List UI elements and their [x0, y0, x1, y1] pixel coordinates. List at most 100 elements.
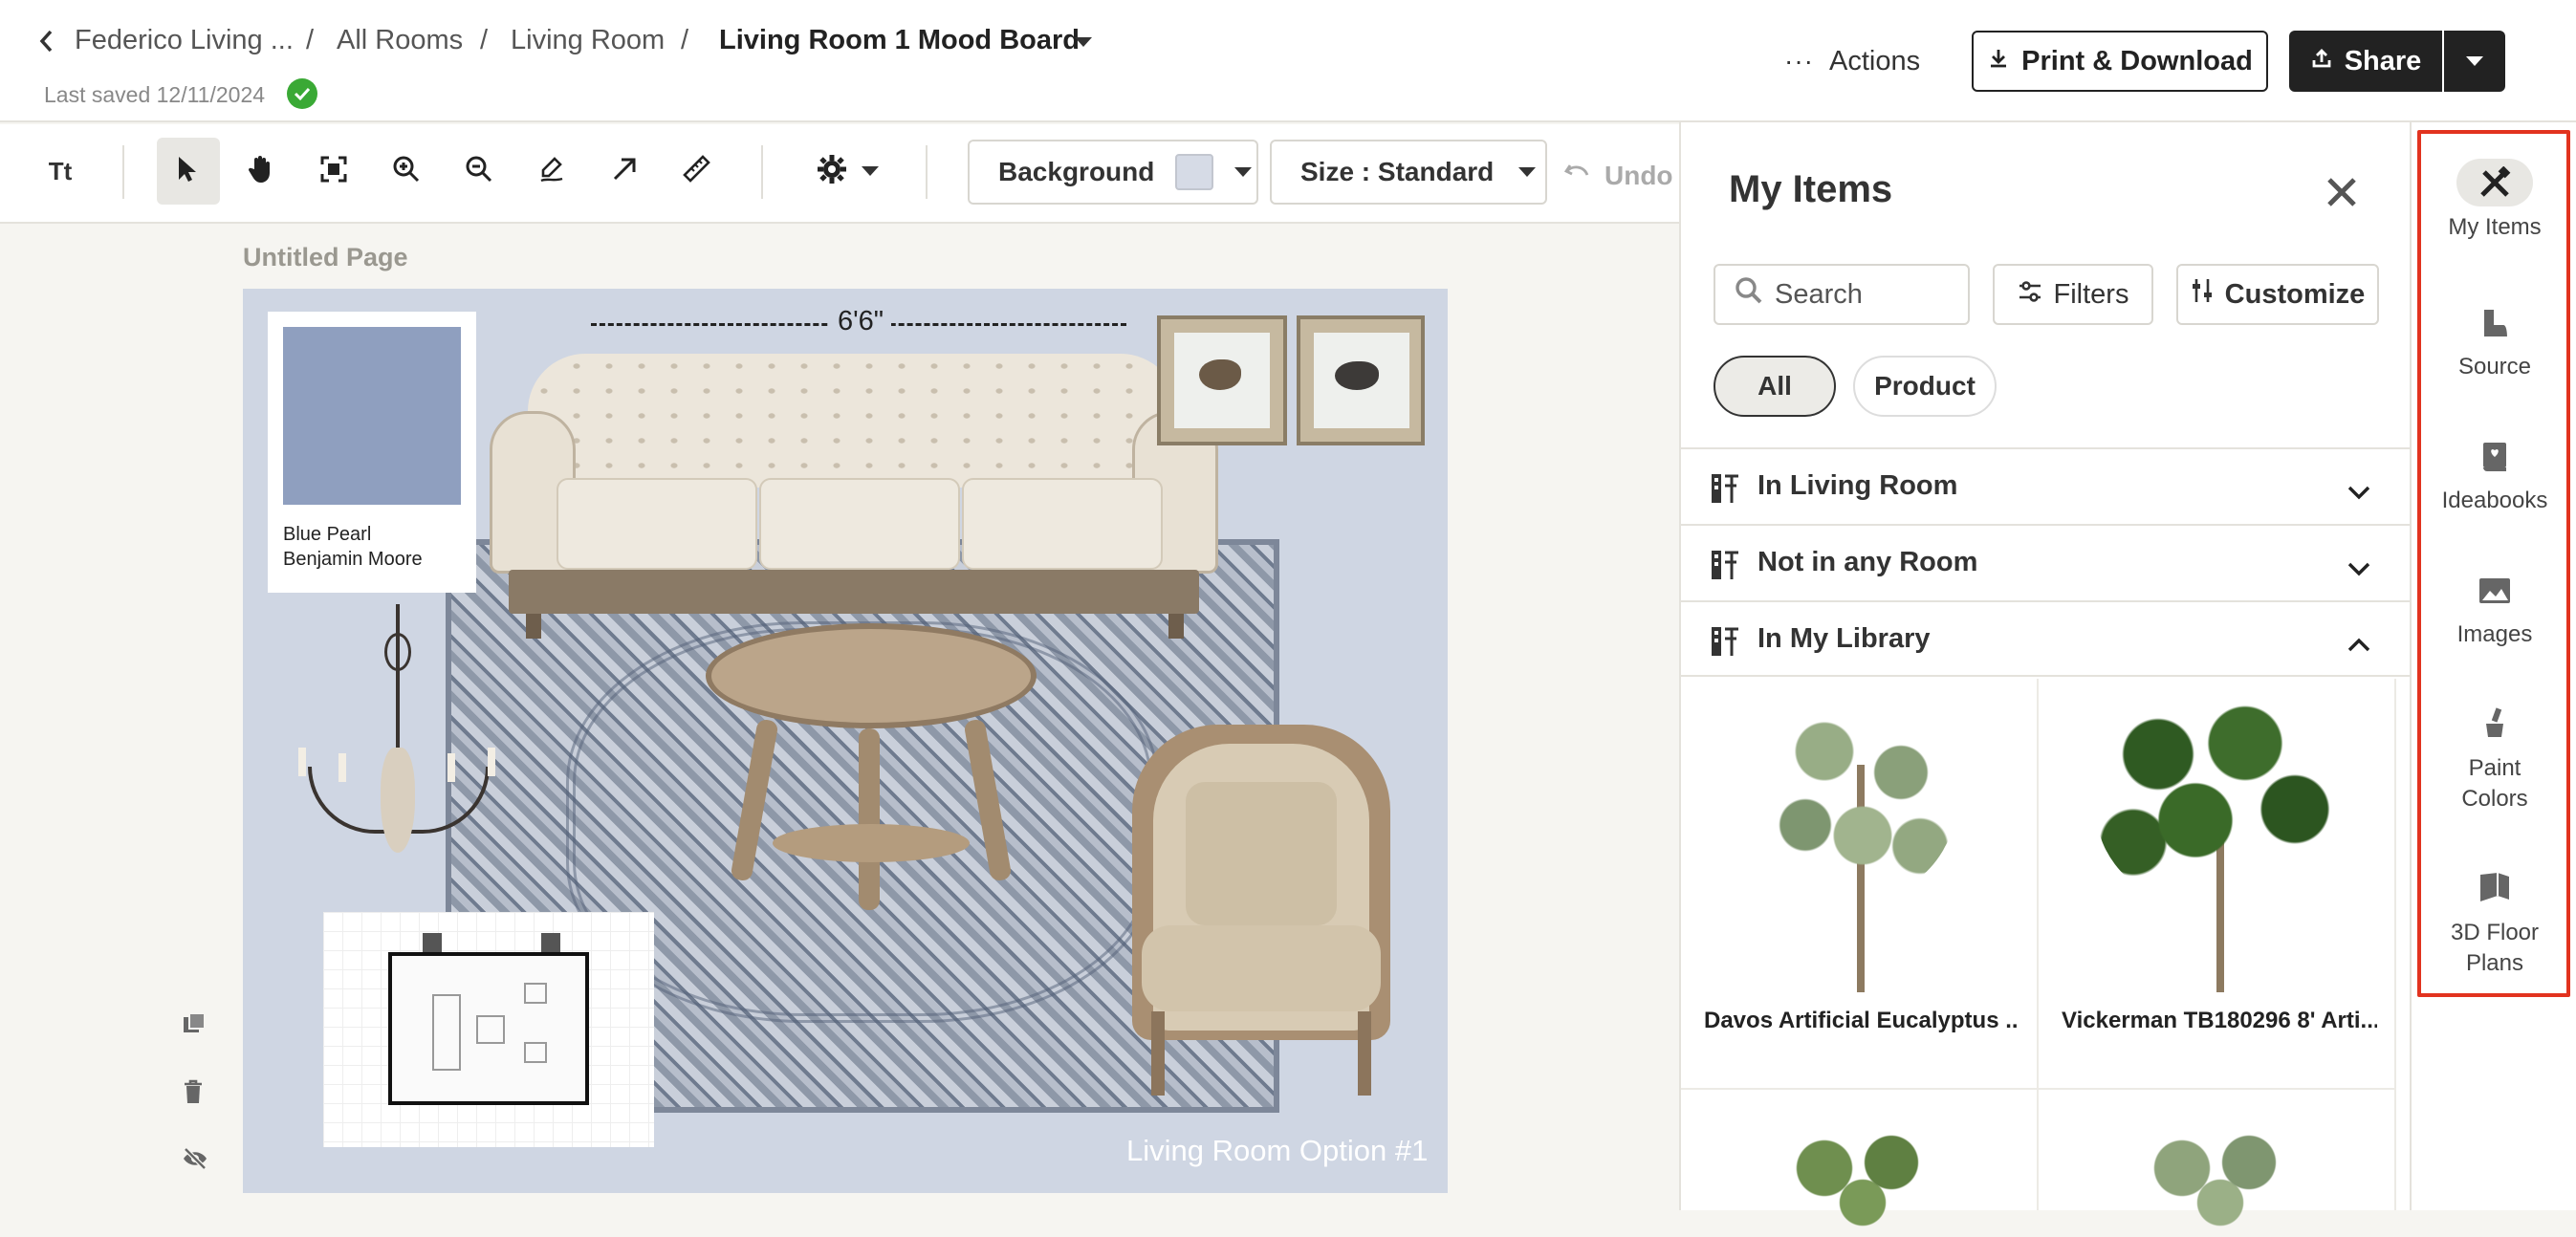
download-icon [1987, 46, 2010, 77]
draw-tool-button[interactable] [520, 138, 583, 205]
my-items-panel: My Items Search Filters Customize All Pr… [1679, 122, 2410, 1237]
last-saved-text: Last saved 12/11/2024 [44, 82, 266, 107]
rail-label: My Items [2448, 214, 2542, 240]
image-icon [2472, 568, 2518, 614]
rail-item-paint-colors[interactable]: Paint Colors [2412, 700, 2576, 814]
framed-bird-print-1[interactable] [1157, 315, 1287, 445]
ideabook-icon [2472, 434, 2518, 480]
background-select[interactable]: Background [968, 140, 1258, 205]
right-nav-rail: My Items Source Ideabooks Images Paint C… [2410, 122, 2576, 1210]
customize-sliders-icon [2191, 277, 2214, 312]
chevron-down-icon [2466, 56, 2483, 66]
product-name: Vickerman TB180296 8' Arti... [2062, 1008, 2377, 1033]
chip-all[interactable]: All [1714, 356, 1836, 417]
zoom-in-button[interactable] [375, 138, 438, 205]
chip-product[interactable]: Product [1853, 356, 1997, 417]
breadcrumb-living-room[interactable]: Living Room [511, 25, 665, 56]
chevron-down-icon [2347, 476, 2371, 508]
floor-plan-thumbnail[interactable] [323, 912, 654, 1147]
chip-product-label: Product [1874, 371, 1976, 401]
product-name: Davos Artificial Eucalyptus ... [1704, 1008, 2019, 1033]
pan-tool-button[interactable] [229, 138, 293, 205]
settings-menu-button[interactable] [799, 138, 895, 205]
breadcrumb-current-board: Living Room 1 Mood Board [719, 25, 1080, 55]
chip-all-label: All [1757, 371, 1792, 401]
rail-label: Ideabooks [2441, 488, 2548, 513]
duplicate-icon[interactable] [182, 1011, 210, 1040]
room-tools-icon [1710, 472, 1740, 512]
zoom-out-button[interactable] [448, 138, 511, 205]
rail-label: 3D Floor Plans [2450, 920, 2540, 976]
measure-tool-button[interactable] [666, 138, 729, 205]
rail-item-source[interactable]: Source [2412, 300, 2576, 380]
breadcrumb-project[interactable]: Federico Living ... [75, 25, 294, 56]
round-coffee-table-image[interactable] [706, 623, 1037, 910]
product-card[interactable]: Vickerman TB180296 8' Arti... [2039, 679, 2396, 1090]
section-not-in-any-room[interactable]: Not in any Room [1681, 524, 2410, 600]
share-upload-icon [2310, 46, 2333, 77]
eucalyptus-tree-image [1729, 688, 1997, 992]
wingback-armchair-image[interactable] [1132, 725, 1390, 1096]
section-in-living-room[interactable]: In Living Room [1681, 447, 2410, 524]
tufted-sofa-image[interactable] [490, 354, 1218, 640]
mood-board-canvas[interactable]: 6'6" Blue Pearl Benjamin Moore Living Ro… [243, 289, 1448, 1193]
fit-screen-icon [319, 155, 348, 188]
search-input[interactable]: Search [1714, 264, 1970, 325]
fit-screen-button[interactable] [302, 138, 365, 205]
hide-eye-icon[interactable] [182, 1147, 210, 1176]
chandelier-image[interactable] [289, 604, 509, 872]
trash-icon[interactable] [182, 1078, 210, 1107]
search-placeholder: Search [1775, 278, 1863, 310]
section-label: In Living Room [1757, 470, 1958, 501]
undo-button[interactable]: Undo [1564, 157, 1677, 195]
customize-button[interactable]: Customize [2176, 264, 2379, 325]
share-label: Share [2344, 45, 2422, 76]
chevron-down-icon [2347, 553, 2371, 584]
paint-color-name: Blue Pearl [283, 524, 372, 545]
board-caption[interactable]: Living Room Option #1 [1126, 1134, 1428, 1168]
undo-icon [1564, 161, 1591, 191]
section-label: In My Library [1757, 623, 1931, 654]
text-tool-button[interactable]: Tt [29, 138, 92, 205]
share-button[interactable]: Share [2289, 31, 2442, 92]
rail-item-ideabooks[interactable]: Ideabooks [2412, 434, 2576, 514]
actions-label: Actions [1828, 45, 1921, 76]
print-download-button[interactable]: Print & Download [1972, 31, 2268, 92]
background-label: Background [998, 157, 1155, 186]
filter-sliders-icon [2018, 279, 2042, 311]
filters-label: Filters [2053, 278, 2129, 310]
actions-menu[interactable]: ··· Actions [1784, 42, 1920, 80]
size-select[interactable]: Size : Standard [1270, 140, 1547, 205]
product-card[interactable] [1681, 1090, 2039, 1237]
breadcrumb-all-rooms[interactable]: All Rooms [337, 25, 463, 56]
dimension-label[interactable]: 6'6" [830, 306, 892, 337]
page-title[interactable]: Untitled Page [243, 243, 408, 272]
paint-swatch-card[interactable]: Blue Pearl Benjamin Moore [268, 312, 476, 593]
paint-brand-name: Benjamin Moore [283, 549, 423, 570]
rail-item-my-items[interactable]: My Items [2412, 159, 2576, 241]
rail-label: Source [2457, 354, 2532, 380]
breadcrumb-separator: / [681, 25, 689, 55]
close-icon[interactable] [2325, 176, 2358, 213]
saved-check-icon [287, 78, 317, 109]
rail-item-3d-floor-plans[interactable]: 3D Floor Plans [2412, 864, 2576, 979]
gear-icon [816, 153, 848, 190]
share-dropdown-button[interactable] [2444, 31, 2505, 92]
rail-item-images[interactable]: Images [2412, 568, 2576, 648]
framed-bird-print-2[interactable] [1297, 315, 1425, 445]
arrow-tool-button[interactable] [593, 138, 656, 205]
filters-button[interactable]: Filters [1993, 264, 2153, 325]
select-tool-button[interactable] [157, 138, 220, 205]
design-tools-icon [2456, 159, 2533, 206]
section-in-my-library[interactable]: In My Library [1681, 600, 2410, 677]
back-chevron-icon[interactable] [38, 29, 54, 58]
chevron-down-icon [1518, 167, 1537, 177]
print-download-label: Print & Download [2021, 45, 2253, 76]
top-header: Federico Living ... / All Rooms / Living… [0, 0, 2576, 122]
breadcrumb-separator: / [480, 25, 489, 55]
product-card[interactable]: Davos Artificial Eucalyptus ... [1681, 679, 2039, 1090]
board-menu-caret-icon[interactable] [1075, 34, 1092, 52]
product-card[interactable] [2039, 1090, 2396, 1237]
ruler-icon [683, 154, 711, 188]
hand-icon [247, 154, 275, 189]
